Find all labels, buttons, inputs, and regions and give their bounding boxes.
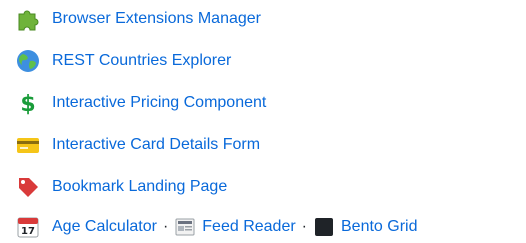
project-item-bookmark-landing-page: Bookmark Landing Page <box>14 172 227 202</box>
separator: · <box>162 218 169 235</box>
separator: · <box>301 218 307 235</box>
project-item-rest-countries-explorer: REST Countries Explorer <box>14 46 231 76</box>
credit-card-icon <box>14 131 42 159</box>
bookmark-icon <box>14 173 42 201</box>
project-link-feed-reader[interactable]: Feed Reader <box>202 219 295 235</box>
project-link-age-calculator[interactable]: Age Calculator <box>52 219 157 235</box>
svg-text:$: $ <box>20 92 35 116</box>
project-link-interactive-card-details-form[interactable]: Interactive Card Details Form <box>52 137 260 153</box>
project-item-browser-extensions-manager: Browser Extensions Manager <box>14 4 261 34</box>
puzzle-piece-icon <box>14 5 42 33</box>
project-link-interactive-pricing-component[interactable]: Interactive Pricing Component <box>52 95 266 111</box>
project-link-bookmark-landing-page[interactable]: Bookmark Landing Page <box>52 179 227 195</box>
black-square-icon <box>313 216 335 238</box>
dollar-sign-icon: $ <box>14 89 42 117</box>
project-item-multi: 17 Age Calculator · Feed Reader · Bento … <box>14 212 417 242</box>
project-item-interactive-pricing-component: $ Interactive Pricing Component <box>14 88 266 118</box>
project-link-list: Browser Extensions Manager REST Countrie… <box>0 0 526 243</box>
svg-text:17: 17 <box>21 226 35 237</box>
project-link-rest-countries-explorer[interactable]: REST Countries Explorer <box>52 53 231 69</box>
project-item-interactive-card-details-form: Interactive Card Details Form <box>14 130 260 160</box>
project-link-bento-grid[interactable]: Bento Grid <box>341 219 417 235</box>
newspaper-icon <box>174 216 196 238</box>
project-link-browser-extensions-manager[interactable]: Browser Extensions Manager <box>52 11 261 27</box>
globe-icon <box>14 47 42 75</box>
calendar-icon: 17 <box>14 213 42 241</box>
